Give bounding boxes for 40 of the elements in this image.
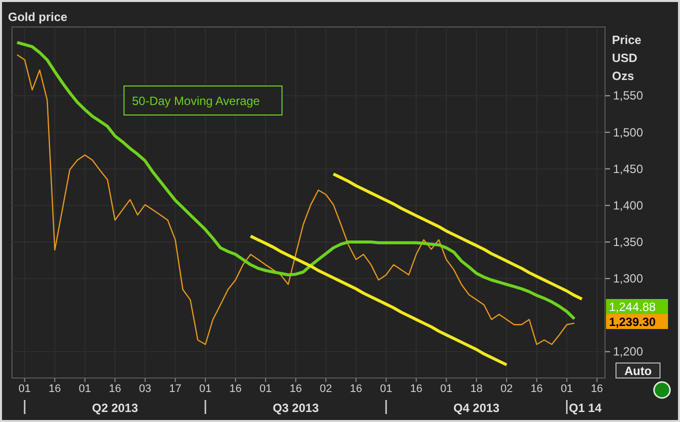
- x-tick-label: 16: [48, 383, 61, 395]
- x-tick-label: 02: [500, 383, 513, 395]
- y-tick-label: 1,400: [613, 198, 644, 212]
- period-label: Q3 2013: [272, 401, 319, 415]
- axis-title: Ozs: [612, 69, 634, 83]
- y-tick-label: 1,550: [613, 88, 644, 103]
- x-tick-label: 01: [18, 383, 31, 395]
- y-tick-label: 1,200: [613, 344, 644, 359]
- price-tag: 1,244.88: [606, 299, 668, 314]
- chart-title: Gold price: [8, 10, 68, 24]
- y-tick-label: 1,450: [613, 162, 644, 176]
- x-tick-label: 16: [229, 383, 242, 395]
- x-tick-label: 16: [290, 383, 302, 395]
- x-tick-label: 16: [530, 383, 543, 395]
- y-tick-label: 1,350: [613, 235, 644, 249]
- x-tick-label: 01: [380, 383, 392, 395]
- x-tick-label: 01: [199, 383, 212, 395]
- x-tick-label: 01: [440, 383, 452, 395]
- x-tick-label: 16: [410, 383, 422, 395]
- x-tick-label: 01: [560, 383, 573, 395]
- axis-title: USD: [612, 51, 638, 65]
- x-tick-label: 16: [590, 383, 604, 395]
- x-tick-label: 17: [169, 383, 182, 395]
- x-tick-label: 18: [470, 383, 483, 395]
- status-icon: [653, 381, 671, 399]
- x-tick-label: 01: [78, 383, 92, 395]
- axis-title: Price: [612, 33, 642, 47]
- x-tick-label: 02: [320, 383, 332, 395]
- period-label: Q2 2013: [92, 401, 138, 415]
- x-tick-label: 16: [108, 383, 122, 395]
- x-tick-label: 16: [350, 383, 362, 395]
- period-label: Q1 14: [568, 401, 602, 415]
- price-tag: 1,239.30: [606, 314, 668, 329]
- auto-button[interactable]: Auto: [616, 362, 660, 378]
- x-tick-label: 01: [260, 383, 272, 395]
- legend-box: 50-Day Moving Average: [124, 86, 282, 116]
- y-tick-label: 1,500: [613, 125, 644, 140]
- period-label: Q4 2013: [453, 401, 500, 415]
- x-tick-label: 03: [139, 383, 152, 395]
- y-tick-label: 1,300: [613, 272, 644, 286]
